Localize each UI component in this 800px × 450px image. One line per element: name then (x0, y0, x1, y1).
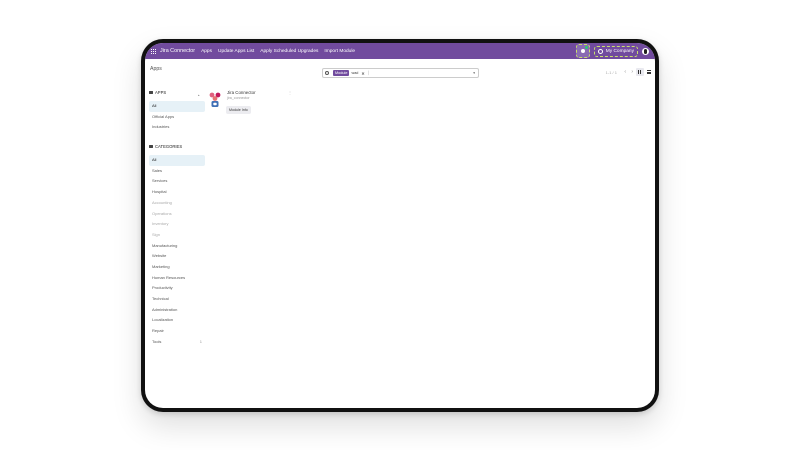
category-count: 1 (199, 338, 202, 344)
top-navbar: Jira Connector Apps Update Apps List App… (145, 43, 655, 59)
apps-filter-list: All Official Apps Industries (149, 101, 205, 133)
kanban-view-button[interactable] (636, 68, 644, 76)
menu-import-module[interactable]: Import Module (324, 49, 355, 54)
module-logo-icon (209, 92, 221, 107)
sidebar-item-sign[interactable]: Sign (149, 230, 205, 241)
sidebar-item-label: Tools (152, 338, 162, 344)
sidebar-item-accounting[interactable]: Accounting (149, 198, 205, 209)
sidebar-item-sales[interactable]: Sales (149, 166, 205, 177)
sidebar: ▴ APPS All Official Apps Industries CATE… (149, 90, 205, 347)
menu-apps[interactable]: Apps (201, 49, 212, 54)
sidebar-item-technical[interactable]: Technical (149, 294, 205, 305)
list-icon (647, 70, 651, 74)
module-info-button[interactable]: Module Info (226, 106, 251, 114)
discuss-icon[interactable] (575, 44, 590, 58)
company-switcher[interactable]: My Company (593, 45, 638, 57)
sidebar-item-website[interactable]: Website (149, 251, 205, 262)
module-title: Jira Connector (227, 90, 256, 95)
pager-value[interactable]: 1-1 / 1 (606, 70, 617, 75)
sidebar-header-categories: CATEGORIES (149, 144, 205, 149)
folder-icon (149, 145, 153, 149)
sidebar-item-marketing[interactable]: Marketing (149, 262, 205, 273)
sidebar-item-administration[interactable]: Administration (149, 305, 205, 316)
sidebar-item-inventory[interactable]: Inventory (149, 219, 205, 230)
pager-next-icon[interactable]: › (631, 69, 633, 75)
card-menu-icon[interactable]: ⋮ (288, 90, 292, 95)
app-screen: Jira Connector Apps Update Apps List App… (145, 43, 655, 408)
building-icon (597, 48, 603, 54)
sidebar-item-manufacturing[interactable]: Manufacturing (149, 241, 205, 252)
sidebar-item-industries[interactable]: Industries (149, 122, 205, 133)
folder-icon (149, 91, 153, 94)
chevron-down-icon[interactable]: ▾ (473, 71, 475, 75)
collapse-caret-icon[interactable]: ▴ (198, 93, 200, 97)
sidebar-item-category-all[interactable]: All (149, 155, 205, 166)
list-view-button[interactable] (645, 68, 653, 76)
sidebar-item-operations[interactable]: Operations (149, 209, 205, 220)
company-name: My Company (605, 48, 634, 54)
sidebar-item-productivity[interactable]: Productivity (149, 283, 205, 294)
sidebar-item-human-resources[interactable]: Human Resources (149, 273, 205, 284)
sidebar-item-repair[interactable]: Repair (149, 326, 205, 337)
sidebar-item-hospital[interactable]: Hospital (149, 187, 205, 198)
categories-filter-list: All Sales Services Hospital Accounting O… (149, 155, 205, 347)
breadcrumb: Apps (150, 66, 162, 72)
sidebar-item-tools[interactable]: Tools 1 (149, 337, 205, 348)
kanban-icon (638, 70, 642, 74)
app-name[interactable]: Jira Connector (160, 48, 195, 54)
module-technical-name: jira_connector (227, 96, 250, 100)
control-panel: Apps Module wad ✕ │ ▾ 1-1 / 1 ‹ › (145, 59, 655, 79)
remove-facet-icon[interactable]: ✕ (361, 71, 364, 76)
sidebar-item-official-apps[interactable]: Official Apps (149, 112, 205, 123)
pager-previous-icon[interactable]: ‹ (624, 69, 626, 75)
search-facet-value: wad (351, 71, 359, 75)
sidebar-item-services[interactable]: Services (149, 176, 205, 187)
sidebar-header-apps: APPS (149, 90, 205, 95)
search-facet-label: Module (333, 70, 350, 76)
app-grid-icon[interactable] (151, 48, 156, 54)
tablet-frame: Jira Connector Apps Update Apps List App… (141, 39, 659, 412)
menu-apply-scheduled-upgrades[interactable]: Apply Scheduled Upgrades (260, 49, 318, 54)
menu-update-apps-list[interactable]: Update Apps List (218, 49, 254, 54)
search-bar[interactable]: Module wad ✕ │ ▾ (322, 68, 479, 78)
sidebar-item-localization[interactable]: Localization (149, 315, 205, 326)
sidebar-item-apps-all[interactable]: All (149, 101, 205, 112)
user-avatar[interactable] (642, 47, 649, 55)
search-input[interactable]: │ (368, 71, 370, 75)
module-card[interactable]: Jira Connector jira_connector Module Inf… (209, 90, 292, 118)
search-icon[interactable] (325, 71, 329, 75)
navbar-right: My Company (575, 43, 649, 59)
